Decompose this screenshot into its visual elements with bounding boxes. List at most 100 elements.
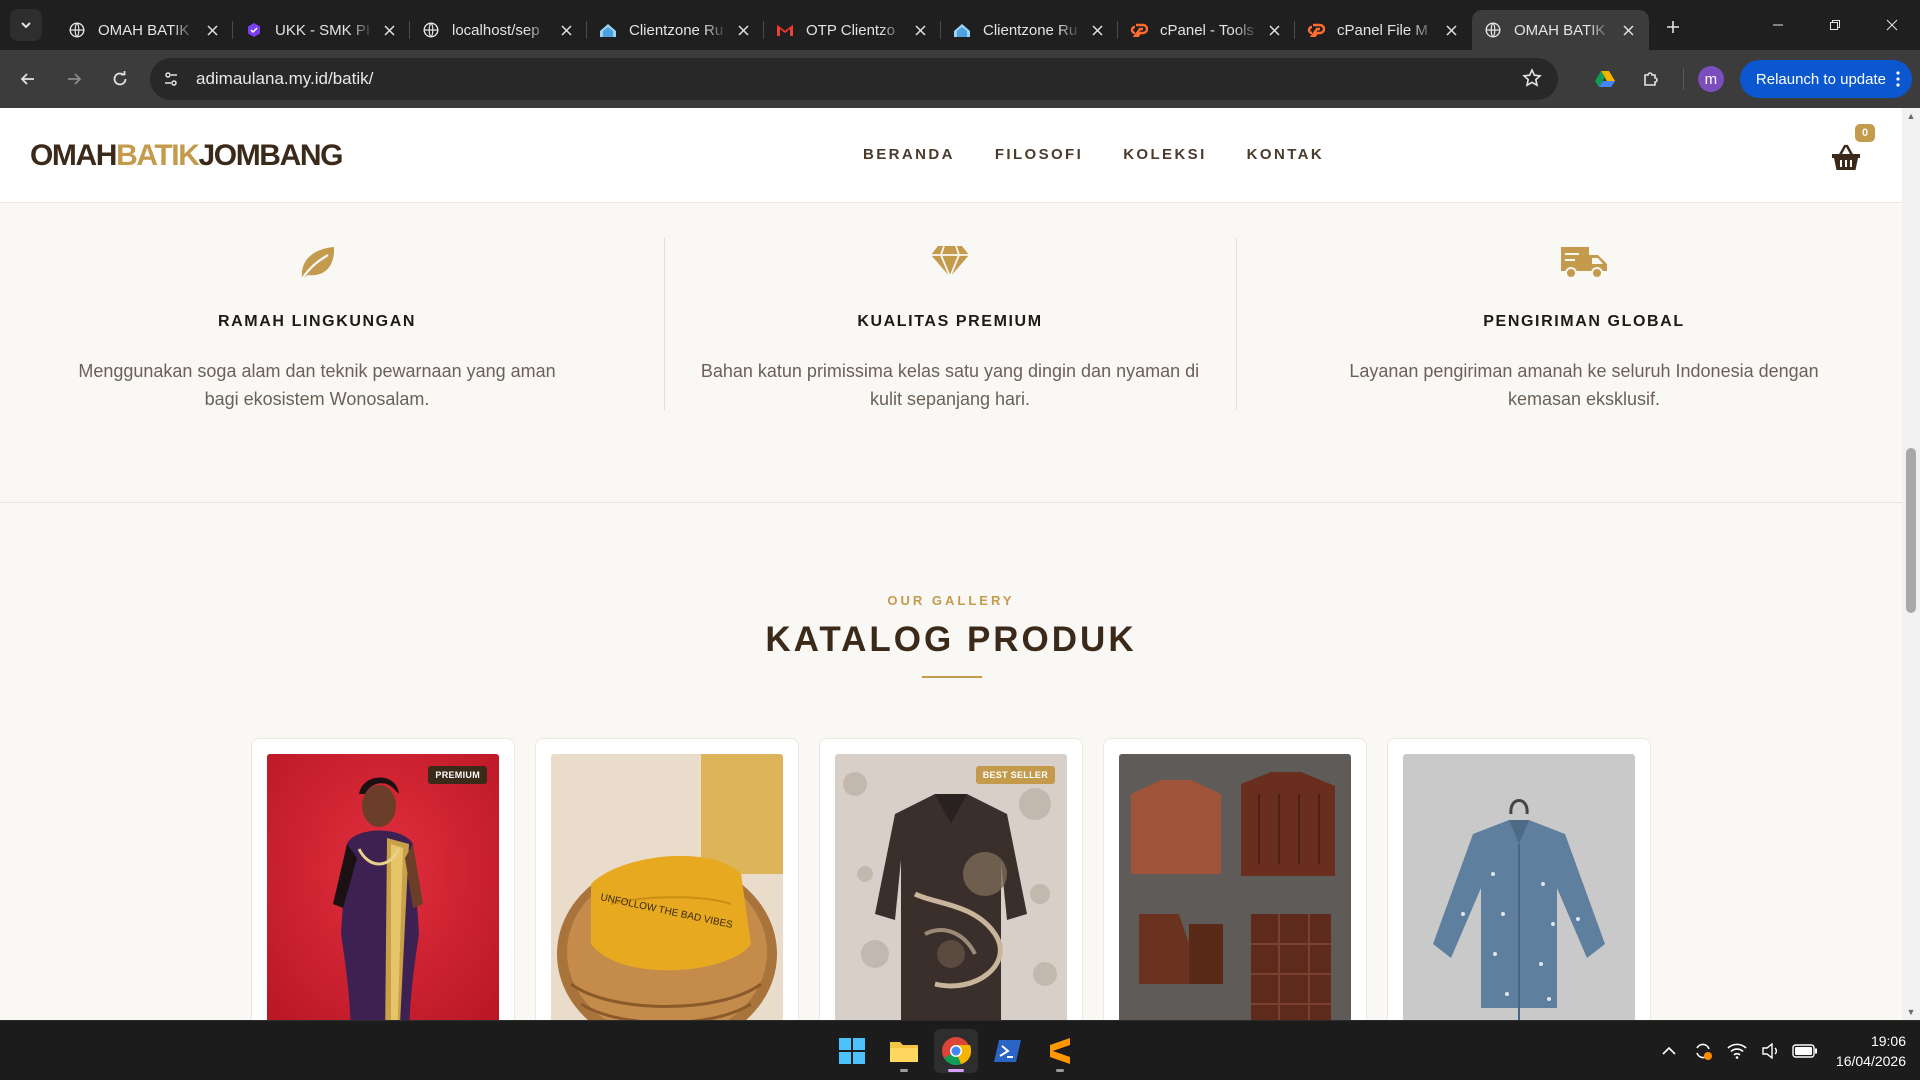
wifi-button[interactable] (1722, 1043, 1752, 1059)
close-icon (206, 24, 218, 36)
tab-title: Clientzone Ru (629, 21, 724, 39)
extension-button[interactable] (1587, 61, 1623, 97)
browser-tab[interactable]: OMAH BATIK (1472, 10, 1649, 50)
nav-koleksi[interactable]: KOLEKSI (1123, 146, 1206, 163)
site-info-button[interactable] (156, 64, 186, 94)
cart-count-badge: 0 (1855, 124, 1875, 142)
forward-button[interactable] (56, 61, 92, 97)
bookmark-button[interactable] (1522, 68, 1542, 93)
extensions-button[interactable] (1633, 61, 1669, 97)
close-tab-button[interactable] (734, 21, 752, 39)
browser-tab[interactable]: OTP Clientzo (764, 10, 941, 50)
logo-part-batik: BATIK (116, 139, 200, 172)
battery-button[interactable] (1790, 1044, 1820, 1058)
brown-clothes-photo[interactable] (1119, 754, 1351, 1020)
yellow-shirt-photo[interactable]: UNFOLLOW THE BAD VIBES (551, 754, 783, 1020)
page-scrollbar[interactable]: ▲ ▼ (1902, 108, 1920, 1020)
browser-tab[interactable]: localhost/sep (410, 10, 587, 50)
close-tab-button[interactable] (1442, 21, 1460, 39)
new-tab-button[interactable] (1657, 11, 1689, 43)
start-button[interactable] (830, 1029, 874, 1073)
sync-icon (1696, 1043, 1712, 1060)
feature-title: PENGIRIMAN GLOBAL (1483, 313, 1685, 330)
scrollbar-thumb[interactable] (1906, 448, 1916, 613)
taskbar-clock[interactable]: 19:06 16/04/2026 (1836, 1031, 1906, 1071)
gallery-title: KATALOG PRODUK (765, 620, 1137, 659)
cpanel-icon (1130, 21, 1148, 39)
product-card[interactable]: UNFOLLOW THE BAD VIBES (535, 738, 799, 1020)
nav-filosofi[interactable]: FILOSOFI (995, 146, 1083, 163)
product-card[interactable]: PREMIUM (251, 738, 515, 1020)
product-card[interactable] (1103, 738, 1367, 1020)
chrome-icon (942, 1037, 971, 1066)
sublime-text-button[interactable] (1038, 1029, 1082, 1073)
feature-title: RAMAH LINGKUNGAN (217, 313, 417, 330)
running-indicator (1056, 1069, 1064, 1072)
close-tab-button[interactable] (1619, 21, 1637, 39)
sync-status-button[interactable] (1688, 1041, 1718, 1061)
chrome-taskbar-button[interactable] (934, 1029, 978, 1073)
relaunch-button[interactable]: Relaunch to update (1739, 60, 1912, 98)
close-tab-button[interactable] (911, 21, 929, 39)
powershell-button[interactable] (986, 1029, 1030, 1073)
window-controls (1749, 0, 1920, 50)
close-tab-button[interactable] (1265, 21, 1283, 39)
browser-tab[interactable]: UKK - SMK PI (233, 10, 410, 50)
nav-beranda[interactable]: BERANDA (863, 146, 955, 163)
close-icon (1445, 24, 1457, 36)
logo-part-jombang: JOMBANG (198, 139, 344, 172)
volume-button[interactable] (1756, 1043, 1786, 1059)
feature-text: Layanan pengiriman amanah ke seluruh Ind… (1349, 361, 1819, 409)
scroll-down-arrow[interactable]: ▼ (1906, 1007, 1916, 1017)
browser-tab[interactable]: OMAH BATIK (56, 10, 233, 50)
address-bar[interactable]: adimaulana.my.id/batik/ (150, 58, 1558, 100)
reload-button[interactable] (102, 61, 138, 97)
windows-taskbar: 19:06 16/04/2026 (0, 1020, 1920, 1080)
denim-shirt-photo[interactable] (1403, 754, 1635, 1020)
tab-title: OMAH BATIK (1514, 21, 1606, 39)
close-tab-button[interactable] (557, 21, 575, 39)
tab-search-button[interactable] (10, 9, 42, 41)
feature-title: KUALITAS PREMIUM (857, 313, 1043, 330)
page-viewport: OMAHBATIKJOMBANG BERANDA FILOSOFI KOLEKS… (0, 108, 1902, 1020)
minimize-button[interactable] (1749, 0, 1806, 50)
gallery-title-underline (922, 676, 982, 678)
shopping-basket-icon[interactable] (1830, 143, 1862, 173)
site-logo[interactable]: OMAHBATIKJOMBANG (30, 139, 344, 173)
close-tab-button[interactable] (1088, 21, 1106, 39)
batik-shirt-photo[interactable]: BEST SELLER (835, 754, 1067, 1020)
google-drive-icon (1594, 71, 1615, 87)
browser-toolbar: adimaulana.my.id/batik/ m Relaunch to up… (0, 50, 1920, 108)
taskbar-apps (830, 1029, 1082, 1073)
nav-kontak[interactable]: KONTAK (1247, 146, 1324, 163)
show-hidden-icons-button[interactable] (1654, 1046, 1684, 1056)
feature-pengiriman-global: PENGIRIMAN GLOBAL Layanan pengiriman ama… (1299, 203, 1869, 503)
browser-tab[interactable]: cPanel File M (1295, 10, 1472, 50)
terminal-icon (994, 1040, 1021, 1062)
close-icon (560, 24, 572, 36)
chevron-up-icon (1662, 1046, 1676, 1055)
browser-tab[interactable]: cPanel - Tools (1118, 10, 1295, 50)
product-card[interactable] (1387, 738, 1651, 1020)
hexagon-icon (245, 21, 263, 39)
browser-tab[interactable]: Clientzone Ru (941, 10, 1118, 50)
file-explorer-button[interactable] (882, 1029, 926, 1073)
logo-part-omah: OMAH (30, 139, 117, 172)
back-button[interactable] (10, 61, 46, 97)
reload-icon (113, 71, 127, 86)
close-tab-button[interactable] (203, 21, 221, 39)
saree-photo[interactable]: PREMIUM (267, 754, 499, 1020)
scroll-up-arrow[interactable]: ▲ (1906, 111, 1916, 121)
main-nav: BERANDA FILOSOFI KOLEKSI KONTAK (863, 146, 1324, 163)
profile-avatar[interactable]: m (1697, 66, 1724, 92)
windows-icon (839, 1038, 865, 1064)
tab-list: OMAH BATIK UKK - SMK PI localhost/sep Clien… (56, 0, 1649, 50)
close-tab-button[interactable] (380, 21, 398, 39)
browser-tab[interactable]: Clientzone Ru (587, 10, 764, 50)
restore-button[interactable] (1806, 0, 1863, 50)
browser-tab-strip: OMAH BATIK UKK - SMK PI localhost/sep Clien… (0, 0, 1920, 50)
product-card[interactable]: BEST SELLER (819, 738, 1083, 1020)
url-text[interactable]: adimaulana.my.id/batik/ (196, 69, 373, 89)
close-window-button[interactable] (1863, 0, 1920, 50)
restore-icon (1829, 20, 1840, 30)
